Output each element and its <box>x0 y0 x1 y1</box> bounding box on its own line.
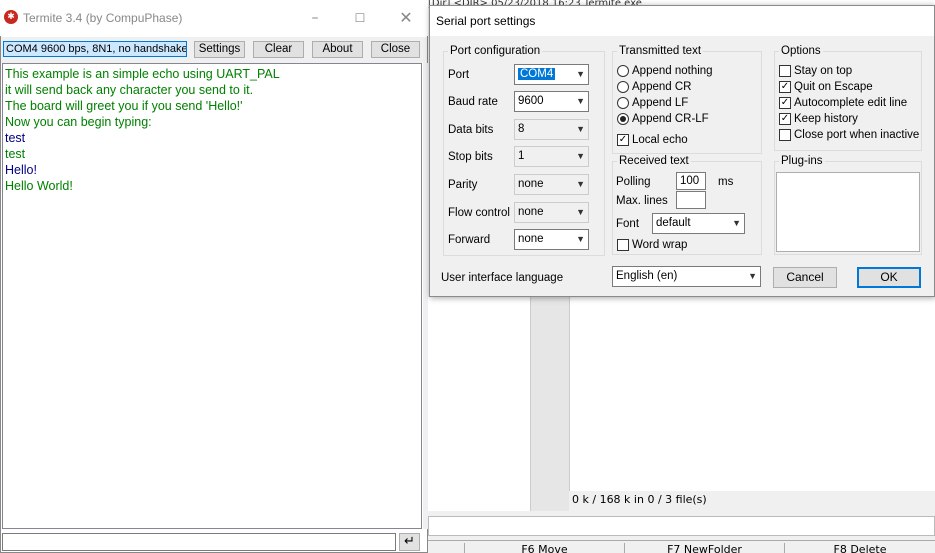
terminal-scrollbar[interactable] <box>423 63 428 529</box>
received-text-label: Received text <box>617 155 691 167</box>
local-echo-label[interactable]: Local echo <box>632 133 688 147</box>
send-input[interactable] <box>2 533 396 551</box>
terminal-line: Now you can begin typing: <box>5 115 152 129</box>
stay-on-top-label[interactable]: Stay on top <box>794 64 852 78</box>
data-bits-select[interactable]: 8 ▼ <box>514 119 589 140</box>
enter-icon[interactable]: ↵ <box>399 533 420 551</box>
max-lines-input[interactable] <box>676 191 706 209</box>
append-crlf-radio[interactable] <box>617 113 629 125</box>
background-status-bar: 0 k / 168 k in 0 / 3 file(s) <box>569 491 935 511</box>
terminal-line: Hello World! <box>5 179 73 193</box>
terminal-line: test <box>5 131 26 145</box>
forward-select[interactable]: none ▼ <box>514 229 589 250</box>
stop-bits-label: Stop bits <box>448 151 493 163</box>
autocomplete-label[interactable]: Autocomplete edit line <box>794 96 907 110</box>
ui-language-label: User interface language <box>441 272 564 284</box>
chevron-down-icon: ▼ <box>732 218 741 228</box>
connection-status[interactable]: COM4 9600 bps, 8N1, no handshake <box>3 41 187 57</box>
terminal-output[interactable]: This example is an simple echo using UAR… <box>2 63 422 529</box>
background-right-pane <box>569 297 935 491</box>
clear-button[interactable]: Clear <box>253 41 304 58</box>
autocomplete-checkbox[interactable]: ✓ <box>779 97 791 109</box>
bug-logo-icon: ✱ <box>4 10 18 24</box>
append-lf-radio[interactable] <box>617 97 629 109</box>
max-lines-label: Max. lines <box>616 195 668 207</box>
data-bits-label: Data bits <box>448 124 494 136</box>
chevron-down-icon: ▼ <box>576 234 585 244</box>
dialog-title: Serial port settings <box>430 6 934 36</box>
chevron-down-icon: ▼ <box>576 207 585 217</box>
close-icon[interactable]: ✕ <box>396 8 416 28</box>
quit-on-escape-checkbox[interactable]: ✓ <box>779 81 791 93</box>
append-cr-radio[interactable] <box>617 81 629 93</box>
word-wrap-label[interactable]: Word wrap <box>632 238 687 252</box>
append-lf-label[interactable]: Append LF <box>632 96 688 110</box>
background-scrollbar[interactable] <box>531 297 569 511</box>
chevron-down-icon: ▼ <box>576 69 585 79</box>
settings-button[interactable]: Settings <box>194 41 245 58</box>
append-crlf-label[interactable]: Append CR-LF <box>632 112 709 126</box>
close-port-label[interactable]: Close port when inactive <box>794 128 919 142</box>
quit-on-escape-label[interactable]: Quit on Escape <box>794 80 873 94</box>
keep-history-checkbox[interactable]: ✓ <box>779 113 791 125</box>
f8-delete-button[interactable]: F8 Delete <box>784 543 935 553</box>
serial-port-settings-dialog: Serial port settings Port configuration … <box>429 5 935 297</box>
f7-newfolder-button[interactable]: F7 NewFolder <box>624 543 784 553</box>
terminal-line: test <box>5 147 26 161</box>
maximize-icon[interactable]: ☐ <box>350 8 370 28</box>
polling-label: Polling <box>616 176 651 188</box>
close-button[interactable]: Close <box>371 41 420 58</box>
font-select[interactable]: default ▼ <box>652 213 745 234</box>
append-nothing-label[interactable]: Append nothing <box>632 64 713 78</box>
terminal-line: The board will greet you if you send 'He… <box>5 99 243 113</box>
baud-rate-select[interactable]: 9600 ▼ <box>514 91 589 112</box>
font-label: Font <box>616 218 640 230</box>
transmitted-text-label: Transmitted text <box>617 45 704 57</box>
about-button[interactable]: About <box>312 41 363 58</box>
polling-input[interactable]: 100 <box>676 172 706 190</box>
word-wrap-checkbox[interactable] <box>617 239 629 251</box>
append-nothing-radio[interactable] <box>617 65 629 77</box>
chevron-down-icon: ▼ <box>576 124 585 134</box>
local-echo-checkbox[interactable]: ✓ <box>617 134 629 146</box>
terminal-line: Hello! <box>5 163 37 177</box>
ui-language-select[interactable]: English (en) ▼ <box>612 266 761 287</box>
plugins-list[interactable] <box>776 172 920 252</box>
keep-history-label[interactable]: Keep history <box>794 112 858 126</box>
cancel-button[interactable]: Cancel <box>773 267 837 288</box>
forward-label: Forward <box>448 234 491 246</box>
parity-label: Parity <box>448 179 478 191</box>
chevron-down-icon: ▼ <box>576 179 585 189</box>
terminal-line: it will send back any character you send… <box>5 83 254 97</box>
ok-button[interactable]: OK <box>857 267 921 288</box>
stay-on-top-checkbox[interactable] <box>779 65 791 77</box>
port-config-label: Port configuration <box>448 45 543 57</box>
f6-move-button[interactable]: F6 Move <box>464 543 624 553</box>
minimize-icon[interactable]: – <box>305 8 325 28</box>
append-cr-label[interactable]: Append CR <box>632 80 691 94</box>
baud-rate-label: Baud rate <box>448 96 498 108</box>
background-left-pane <box>428 297 531 511</box>
port-select[interactable]: COM4 ▼ <box>514 64 589 85</box>
chevron-down-icon: ▼ <box>576 96 585 106</box>
plugins-label: Plug-ins <box>779 155 825 167</box>
background-command-line[interactable] <box>428 516 935 536</box>
flow-control-label: Flow control <box>448 207 510 219</box>
terminal-line: This example is an simple echo using UAR… <box>5 67 280 81</box>
chevron-down-icon: ▼ <box>576 151 585 161</box>
polling-unit: ms <box>718 176 734 188</box>
options-label: Options <box>779 45 823 57</box>
port-label: Port <box>448 69 470 81</box>
chevron-down-icon: ▼ <box>748 271 757 281</box>
parity-select[interactable]: none ▼ <box>514 174 589 195</box>
stop-bits-select[interactable]: 1 ▼ <box>514 146 589 167</box>
termite-title: Termite 3.4 (by CompuPhase) <box>23 11 183 25</box>
flow-control-select[interactable]: none ▼ <box>514 202 589 223</box>
background-fkey-bar: F6 Move F7 NewFolder F8 Delete <box>428 540 935 553</box>
close-port-checkbox[interactable] <box>779 129 791 141</box>
